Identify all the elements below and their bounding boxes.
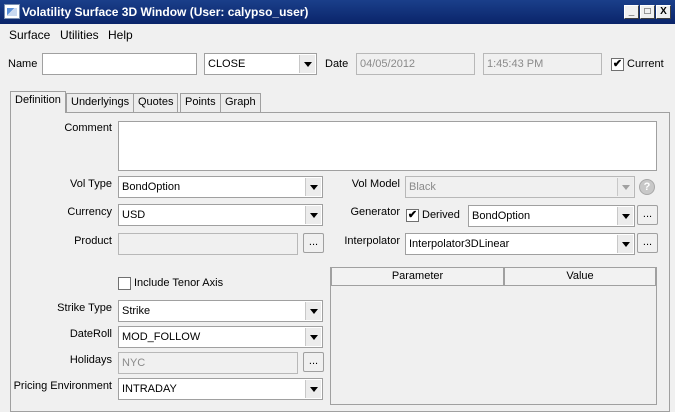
comment-label: Comment	[64, 122, 112, 134]
name-field[interactable]	[42, 53, 197, 75]
vol-type-select[interactable]: BondOption	[118, 176, 323, 198]
chevron-down-icon[interactable]	[305, 328, 321, 346]
pricing-environment-label: Pricing Environment	[13, 380, 112, 392]
currency-select[interactable]: USD	[118, 204, 323, 226]
tab-graph[interactable]: Graph	[220, 93, 261, 112]
close-window-button[interactable]: X	[656, 5, 671, 19]
derived-label: Derived	[422, 209, 460, 221]
derived-checkbox[interactable]: ✔	[406, 209, 419, 222]
chevron-down-icon[interactable]	[305, 178, 321, 196]
quote-set-select[interactable]: CLOSE	[204, 53, 317, 75]
date-field[interactable]: 04/05/2012	[356, 53, 475, 75]
title-bar[interactable]: Volatility Surface 3D Window (User: caly…	[0, 0, 675, 24]
tab-quotes[interactable]: Quotes	[133, 93, 179, 112]
include-tenor-checkbox[interactable]	[118, 277, 131, 290]
menu-help[interactable]: Help	[108, 28, 133, 42]
interpolator-select[interactable]: Interpolator3DLinear	[405, 233, 635, 255]
vol-model-value: Black	[409, 181, 436, 193]
menu-surface[interactable]: Surface	[9, 28, 50, 42]
holidays-label: Holidays	[69, 354, 112, 366]
menu-utilities[interactable]: Utilities	[60, 28, 99, 42]
parameter-table[interactable]	[330, 267, 657, 405]
help-icon[interactable]: ?	[639, 179, 655, 195]
vol-type-value: BondOption	[122, 181, 181, 193]
interpolator-browse-button[interactable]: ...	[637, 233, 658, 253]
tab-points[interactable]: Points	[180, 93, 221, 112]
generator-label: Generator	[350, 206, 400, 218]
dateroll-label: DateRoll	[69, 328, 112, 340]
tab-underlyings[interactable]: Underlyings	[66, 93, 135, 112]
minimize-button[interactable]: _	[624, 5, 639, 19]
include-tenor-label: Include Tenor Axis	[134, 277, 224, 289]
name-label: Name	[8, 58, 38, 70]
product-browse-button[interactable]: ...	[303, 233, 324, 253]
current-label: Current	[627, 58, 664, 70]
date-label: Date	[325, 58, 349, 70]
chevron-down-icon[interactable]	[305, 302, 321, 320]
chevron-down-icon[interactable]	[617, 207, 633, 225]
pricing-environment-select[interactable]: INTRADAY	[118, 378, 323, 400]
strike-type-value: Strike	[122, 305, 151, 317]
window-title: Volatility Surface 3D Window (User: caly…	[22, 5, 309, 19]
strike-type-label: Strike Type	[57, 302, 112, 314]
holidays-browse-button[interactable]: ...	[303, 352, 324, 372]
generator-value: BondOption	[472, 210, 531, 222]
chevron-down-icon[interactable]	[305, 380, 321, 398]
interpolator-value: Interpolator3DLinear	[409, 238, 510, 250]
dateroll-select[interactable]: MOD_FOLLOW	[118, 326, 323, 348]
generator-browse-button[interactable]: ...	[637, 205, 658, 225]
pricing-environment-value: INTRADAY	[122, 383, 177, 395]
generator-select[interactable]: BondOption	[468, 205, 635, 227]
app-icon	[4, 4, 20, 19]
dateroll-value: MOD_FOLLOW	[122, 331, 201, 343]
time-field[interactable]: 1:45:43 PM	[483, 53, 602, 75]
maximize-button[interactable]: □	[640, 5, 655, 19]
product-label: Product	[74, 235, 112, 247]
chevron-down-icon[interactable]	[305, 206, 321, 224]
vol-model-select[interactable]: Black	[405, 176, 635, 198]
chevron-down-icon[interactable]	[617, 178, 633, 196]
parameter-column-header[interactable]: Parameter	[331, 267, 504, 286]
value-column-header[interactable]: Value	[504, 267, 656, 286]
comment-textarea[interactable]	[118, 121, 657, 171]
currency-label: Currency	[67, 206, 112, 218]
quote-set-value: CLOSE	[208, 58, 246, 70]
holidays-field[interactable]: NYC	[118, 352, 298, 374]
strike-type-select[interactable]: Strike	[118, 300, 323, 322]
currency-value: USD	[122, 209, 146, 221]
chevron-down-icon[interactable]	[299, 55, 315, 73]
vol-model-label: Vol Model	[351, 178, 400, 190]
chevron-down-icon[interactable]	[617, 235, 633, 253]
interpolator-label: Interpolator	[344, 235, 400, 247]
current-checkbox[interactable]: ✔	[611, 58, 624, 71]
vol-type-label: Vol Type	[70, 178, 112, 190]
product-field[interactable]	[118, 233, 298, 255]
tab-definition[interactable]: Definition	[10, 91, 66, 113]
